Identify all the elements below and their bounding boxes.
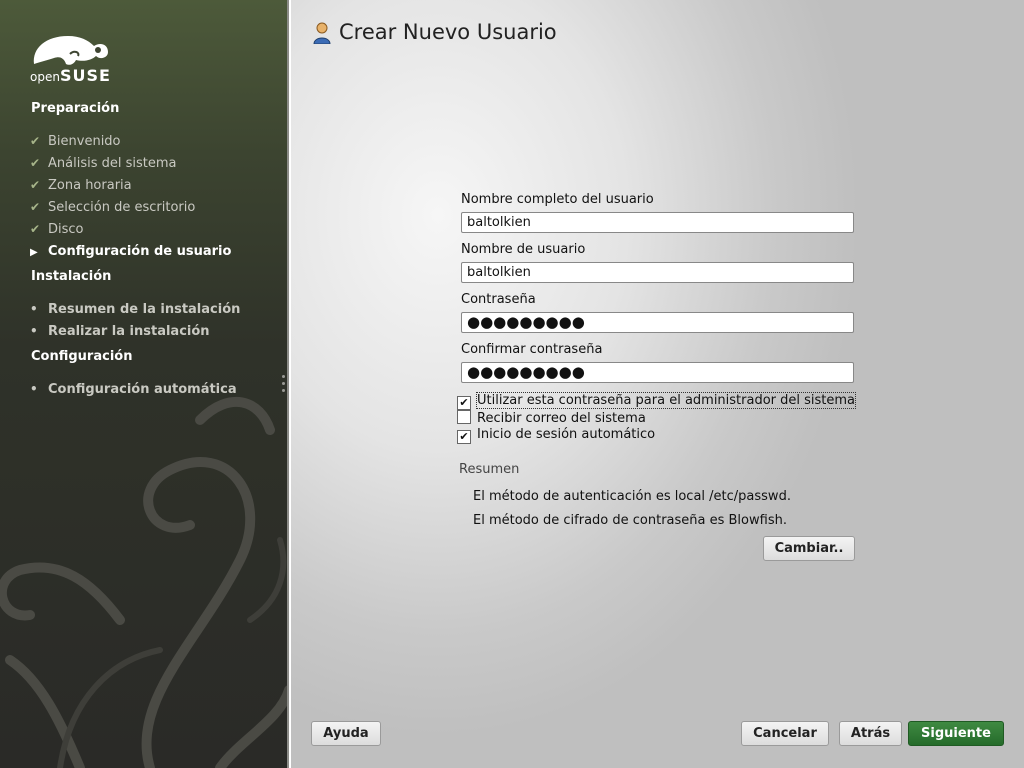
chameleon-icon (33, 36, 108, 65)
checkbox-checked-icon: ✔ (457, 430, 471, 444)
step-configuracion-usuario: ▶ Configuración de usuario (30, 244, 232, 259)
checkbox-unchecked-icon (457, 410, 471, 424)
logo-wordmark: openSUSE (30, 66, 111, 85)
next-button[interactable]: Siguiente (908, 721, 1004, 746)
confirm-password-input[interactable]: ●●●●●●●●● (461, 362, 854, 383)
main-panel: Crear Nuevo Usuario Nombre completo del … (291, 0, 1024, 768)
resize-grip[interactable] (282, 375, 286, 395)
checkmark-icon: ✔ (30, 200, 41, 214)
page-title: Crear Nuevo Usuario (339, 20, 557, 44)
user-icon (313, 22, 331, 44)
step-escritorio: ✔ Selección de escritorio (30, 200, 196, 215)
bullet-icon: • (30, 382, 38, 396)
checkmark-icon: ✔ (30, 222, 41, 236)
checkmark-icon: ✔ (30, 156, 41, 170)
receive-system-mail-checkbox[interactable]: Recibir correo del sistema (457, 410, 646, 426)
section-title-preparacion: Preparación (31, 101, 120, 116)
password-label: Contraseña (461, 292, 536, 307)
bullet-icon: • (30, 302, 38, 316)
step-analisis: ✔ Análisis del sistema (30, 156, 177, 171)
use-password-for-admin-checkbox[interactable]: ✔ Utilizar esta contraseña para el admini… (457, 392, 857, 410)
checkmark-icon: ✔ (30, 134, 41, 148)
arrow-right-icon: ▶ (30, 247, 38, 258)
sidebar-separator (287, 0, 289, 768)
change-button[interactable]: Cambiar.. (763, 536, 855, 561)
full-name-label: Nombre completo del usuario (461, 192, 654, 207)
help-button[interactable]: Ayuda (311, 721, 381, 746)
step-bienvenido: ✔ Bienvenido (30, 134, 121, 149)
bullet-icon: • (30, 324, 38, 338)
step-realizar-instalacion: • Realizar la instalación (30, 324, 210, 339)
step-zona-horaria: ✔ Zona horaria (30, 178, 132, 193)
summary-encryption-method: El método de cifrado de contraseña es Bl… (473, 513, 787, 528)
full-name-input[interactable]: baltolkien (461, 212, 854, 233)
section-title-configuracion: Configuración (31, 349, 133, 364)
auto-login-checkbox[interactable]: ✔ Inicio de sesión automático (457, 427, 655, 444)
checkbox-checked-icon: ✔ (457, 396, 471, 410)
opensuse-logo: openSUSE (30, 30, 112, 86)
section-title-instalacion: Instalación (31, 269, 112, 284)
confirm-password-label: Confirmar contraseña (461, 342, 603, 357)
sidebar: openSUSE Preparación ✔ Bienvenido ✔ Anális… (0, 0, 289, 768)
username-label: Nombre de usuario (461, 242, 586, 257)
back-button[interactable]: Atrás (839, 721, 902, 746)
username-input[interactable]: baltolkien (461, 262, 854, 283)
step-configuracion-automatica: • Configuración automática (30, 382, 237, 397)
summary-auth-method: El método de autenticación es local /etc… (473, 489, 791, 504)
step-disco: ✔ Disco (30, 222, 84, 237)
checkmark-icon: ✔ (30, 178, 41, 192)
password-input[interactable]: ●●●●●●●●● (461, 312, 854, 333)
cancel-button[interactable]: Cancelar (741, 721, 829, 746)
step-resumen-instalacion: • Resumen de la instalación (30, 302, 241, 317)
summary-title: Resumen (459, 462, 520, 477)
